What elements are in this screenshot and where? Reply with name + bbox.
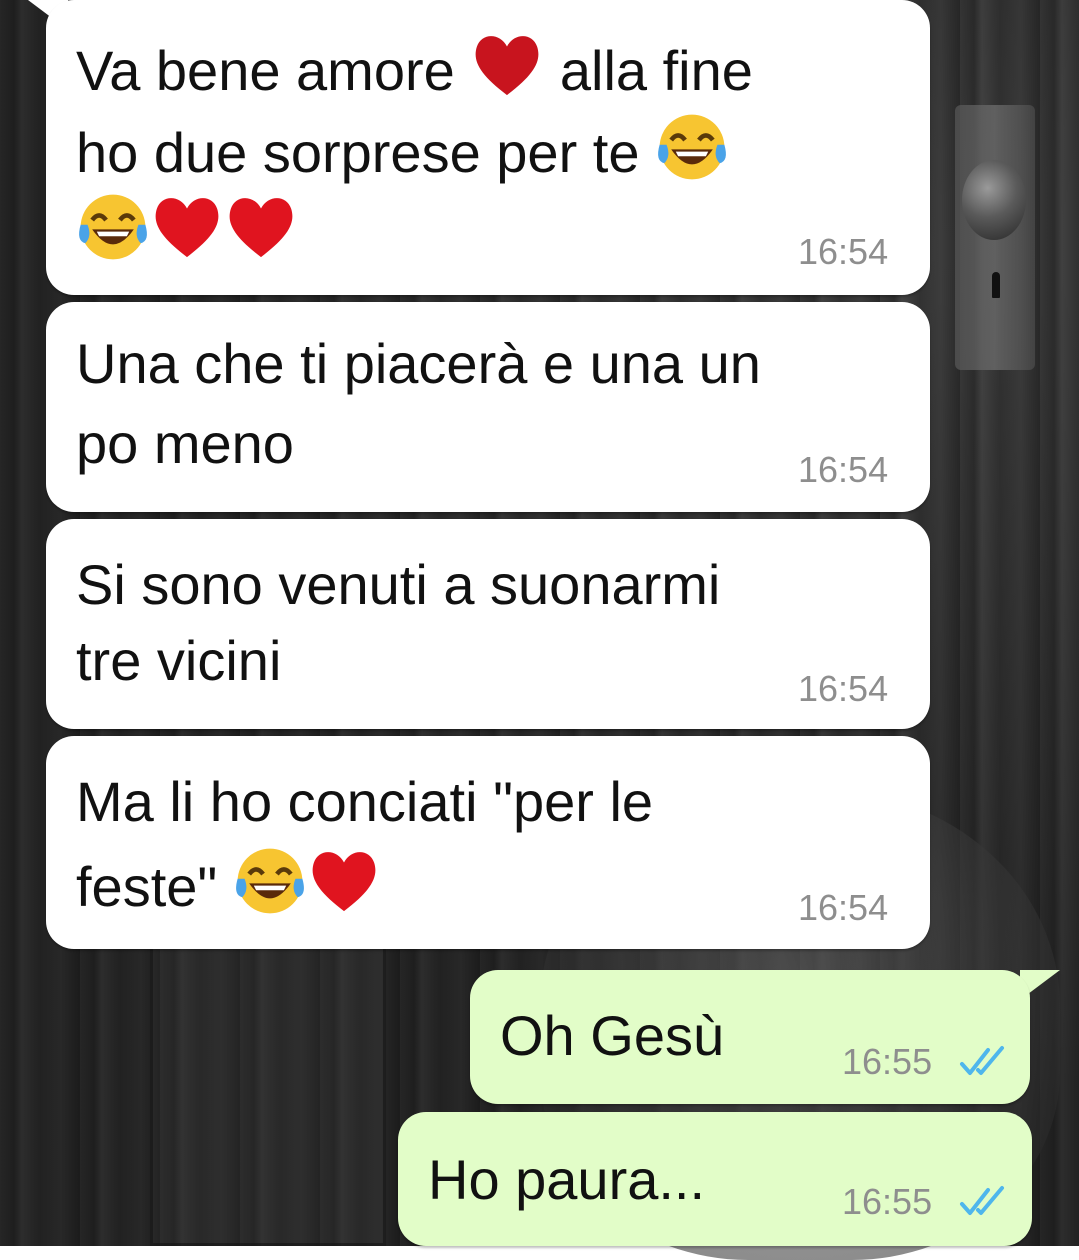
message-text: Oh Gesù xyxy=(500,1004,725,1067)
incoming-message[interactable]: Ma li ho conciati "per le feste" 16:54 xyxy=(46,736,930,949)
message-text: feste" xyxy=(76,844,381,923)
outgoing-message[interactable]: Ho paura... 16:55 xyxy=(398,1112,1032,1246)
message-timestamp: 16:54 xyxy=(798,449,889,490)
message-text-segment: feste" xyxy=(76,855,218,918)
face-with-tears-of-joy-icon xyxy=(79,194,147,260)
message-text: Si sono venuti a suonarmi xyxy=(76,553,721,616)
message-text: Ho paura... xyxy=(428,1148,706,1211)
read-receipt-icon xyxy=(960,1186,1004,1215)
message-timestamp: 16:55 xyxy=(842,1041,933,1082)
message-text: Una che ti piacerà e una un xyxy=(76,332,761,395)
message-text: Ma li ho conciati "per le xyxy=(76,770,654,833)
red-heart-icon xyxy=(155,198,219,258)
doorknob-decoration xyxy=(962,160,1026,240)
incoming-message[interactable]: Si sono venuti a suonarmi tre vicini 16:… xyxy=(46,519,930,729)
message-text: po meno xyxy=(76,412,294,475)
message-text-segment: Va bene amore xyxy=(76,39,455,102)
message-text: Va bene amore alla fine xyxy=(76,28,753,107)
message-text: tre vicini xyxy=(76,629,282,692)
outgoing-message[interactable]: Oh Gesù 16:55 xyxy=(470,970,1030,1104)
message-text-segment: alla fine xyxy=(559,39,753,102)
incoming-message[interactable]: Va bene amore alla fine ho due sorprese … xyxy=(46,0,930,295)
message-text: ho due sorprese per te xyxy=(76,110,729,189)
face-with-tears-of-joy-icon xyxy=(235,848,304,914)
read-receipt-icon xyxy=(960,1046,1004,1075)
red-heart-icon xyxy=(229,198,293,258)
door-panel-decoration xyxy=(150,940,386,1246)
red-heart-icon xyxy=(312,852,376,912)
face-with-tears-of-joy-icon xyxy=(658,114,726,180)
message-emoji-row xyxy=(76,190,298,269)
message-timestamp: 16:54 xyxy=(798,887,889,928)
message-timestamp: 16:54 xyxy=(798,668,889,709)
red-heart-icon xyxy=(475,36,539,96)
keyhole-decoration xyxy=(992,272,1000,298)
message-text-segment: ho due sorprese per te xyxy=(76,121,640,184)
message-timestamp: 16:55 xyxy=(842,1181,933,1222)
message-timestamp: 16:54 xyxy=(798,231,889,272)
incoming-message[interactable]: Una che ti piacerà e una un po meno 16:5… xyxy=(46,302,930,512)
